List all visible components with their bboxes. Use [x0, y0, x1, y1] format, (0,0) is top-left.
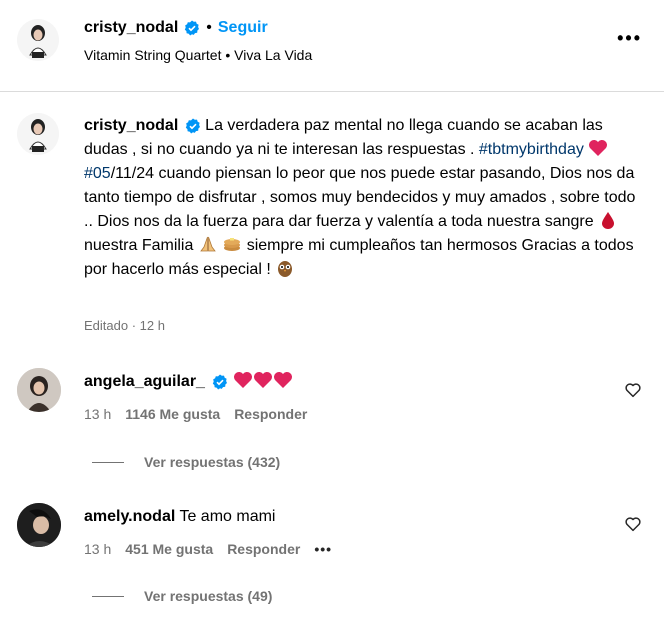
caption: cristy_nodal La verdadera paz mental no …: [84, 114, 644, 282]
reply-button[interactable]: Responder: [227, 541, 300, 557]
caption-text-3: nuestra Familia: [84, 237, 198, 254]
more-options-icon[interactable]: •••: [617, 28, 642, 49]
verified-badge-icon: [213, 374, 228, 390]
comment-text: Te amo mami: [179, 508, 276, 525]
hashtag-05[interactable]: #05: [84, 165, 111, 182]
comment-more-options-icon[interactable]: •••: [314, 541, 332, 557]
view-replies-label[interactable]: Ver respuestas (49): [144, 588, 272, 604]
caption-meta: Editado · 12 h: [84, 318, 165, 333]
replies-divider: [92, 461, 124, 463]
caption-avatar[interactable]: [17, 113, 59, 155]
header-separator: •: [206, 19, 212, 36]
author-avatar[interactable]: [17, 19, 59, 61]
commenter-avatar-amely[interactable]: [17, 503, 61, 547]
blood-drop-icon: [602, 212, 615, 229]
comment-meta: 13 h 1146 Me gusta Responder: [84, 406, 307, 422]
comment-angela: angela_aguilar_: [84, 371, 604, 391]
view-replies-amely[interactable]: Ver respuestas (49): [92, 588, 272, 604]
view-replies-label[interactable]: Ver respuestas (432): [144, 454, 280, 470]
caption-text-2: /11/24 cuando piensan lo peor que nos pu…: [84, 165, 636, 230]
comment-username[interactable]: amely.nodal: [84, 508, 175, 525]
replies-divider: [92, 595, 124, 597]
like-comment-heart-icon[interactable]: [624, 381, 642, 399]
view-replies-angela[interactable]: Ver respuestas (432): [92, 454, 280, 470]
praying-hands-icon: [200, 236, 216, 252]
pancakes-icon: [224, 238, 241, 251]
like-comment-heart-icon[interactable]: [624, 515, 642, 533]
comment-amely: amely.nodal Te amo mami: [84, 508, 604, 526]
caption-username[interactable]: cristy_nodal: [84, 117, 178, 134]
red-heart-icon: [253, 372, 272, 388]
follow-button[interactable]: Seguir: [218, 19, 268, 37]
red-heart-icon: [233, 372, 252, 388]
comment-meta: 13 h 451 Me gusta Responder •••: [84, 541, 332, 557]
hashtag-tbtmybirthday[interactable]: #tbtmybirthday: [479, 141, 584, 158]
comment-likes[interactable]: 451 Me gusta: [125, 541, 213, 557]
red-heart-icon: [273, 372, 292, 388]
post-header: cristy_nodal • Seguir Vitamin String Qua…: [0, 0, 664, 92]
red-heart-icon: [589, 140, 608, 156]
comment-time[interactable]: 13 h: [84, 406, 111, 422]
verified-badge-icon: [185, 118, 200, 134]
reply-button[interactable]: Responder: [234, 406, 307, 422]
header-user-row: cristy_nodal • Seguir: [84, 19, 268, 37]
verified-badge-icon: [185, 20, 200, 36]
audio-track[interactable]: Vitamin String Quartet • Viva La Vida: [84, 47, 312, 63]
comment-likes[interactable]: 1146 Me gusta: [125, 406, 220, 422]
owl-icon: [278, 261, 293, 277]
comment-username[interactable]: angela_aguilar_: [84, 373, 205, 390]
commenter-avatar-angela[interactable]: [17, 368, 61, 412]
comment-time[interactable]: 13 h: [84, 541, 111, 557]
header-username[interactable]: cristy_nodal: [84, 19, 178, 37]
